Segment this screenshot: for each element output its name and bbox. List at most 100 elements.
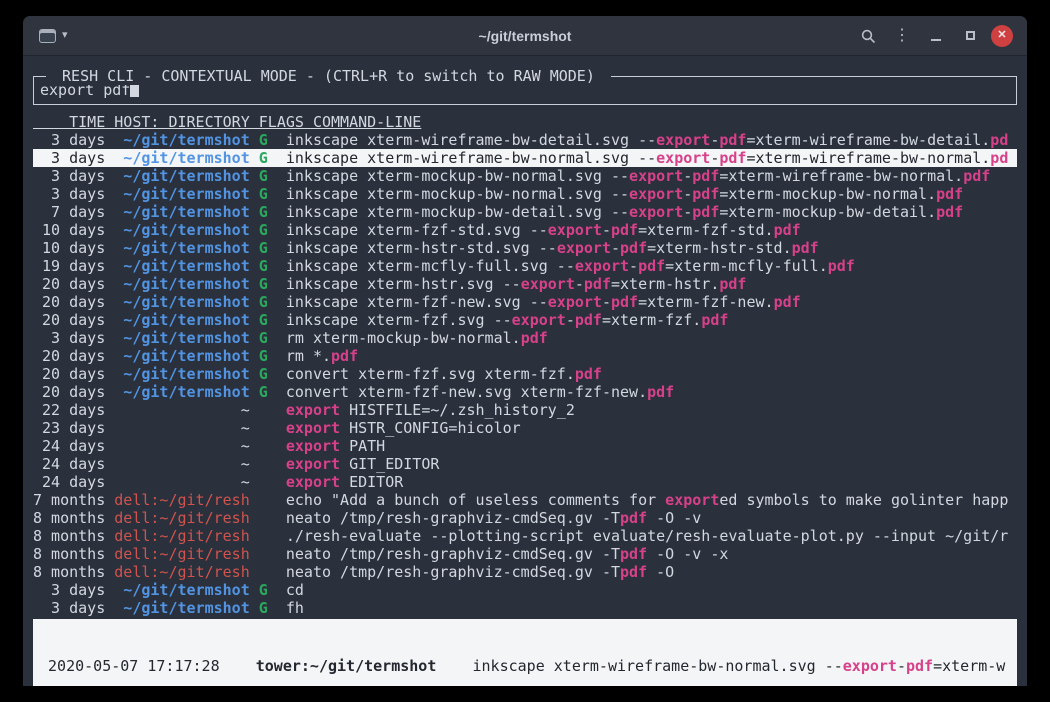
terminal-body: RESH CLI - CONTEXTUAL MODE - (CTRL+R to … <box>23 56 1027 686</box>
row-host: ~/git/termshot <box>114 257 249 275</box>
history-row[interactable]: 19 days ~/git/termshot G inkscape xterm-… <box>33 257 1017 275</box>
command-text: - <box>566 311 575 329</box>
command-text: =xterm-fzf-std. <box>638 221 773 239</box>
command-text: - <box>602 293 611 311</box>
row-time: 3 days <box>33 131 105 149</box>
match-highlight: pdf <box>575 311 602 329</box>
match-highlight: pdf <box>936 203 963 221</box>
detail-command: inkscape xterm-wireframe-bw-normal.svg -… <box>473 657 1006 675</box>
row-host: ~/git/termshot <box>114 599 249 617</box>
row-command: echo "Add a bunch of useless comments fo… <box>286 491 1008 509</box>
row-command: fh <box>286 599 304 617</box>
match-highlight: export <box>629 185 683 203</box>
search-button[interactable] <box>855 23 881 49</box>
history-row[interactable]: 20 days ~/git/termshot G inkscape xterm-… <box>33 311 1017 329</box>
match-highlight: pdf <box>774 293 801 311</box>
history-row[interactable]: 24 days ~ export EDITOR <box>33 473 1017 491</box>
match-highlight: pdf <box>828 257 855 275</box>
match-highlight: export <box>656 149 710 167</box>
history-row[interactable]: 3 days ~/git/termshot G inkscape xterm-w… <box>33 149 1017 167</box>
match-highlight: pdf <box>774 221 801 239</box>
command-text: inkscape xterm-hstr-std.svg -- <box>286 239 557 257</box>
command-text: =xterm-wireframe-bw-normal. <box>719 167 963 185</box>
row-host: dell:~/git/resh <box>114 527 249 545</box>
history-row[interactable]: 3 days ~/git/termshot G rm xterm-mockup-… <box>33 329 1017 347</box>
command-text: =xterm-hstr-std. <box>647 239 792 257</box>
history-row[interactable]: 3 days ~/git/termshot G inkscape xterm-m… <box>33 185 1017 203</box>
row-time: 7 months <box>33 491 105 509</box>
row-time: 3 days <box>33 329 105 347</box>
history-row[interactable]: 20 days ~/git/termshot G convert xterm-f… <box>33 383 1017 401</box>
close-button[interactable]: ✕ <box>991 25 1013 47</box>
row-flag: G <box>259 275 268 293</box>
row-command: inkscape xterm-fzf.svg --export-pdf=xter… <box>286 311 729 329</box>
match-highlight: export <box>656 131 710 149</box>
row-host: ~/git/termshot <box>114 131 249 149</box>
menu-button[interactable]: ⋮ <box>889 23 915 49</box>
history-row[interactable]: 8 months dell:~/git/resh neato /tmp/resh… <box>33 563 1017 581</box>
history-row[interactable]: 10 days ~/git/termshot G inkscape xterm-… <box>33 221 1017 239</box>
history-row[interactable]: 22 days ~ export HISTFILE=~/.zsh_history… <box>33 401 1017 419</box>
row-host: ~ <box>114 419 249 437</box>
row-command: neato /tmp/resh-graphviz-cmdSeq.gv -Tpdf… <box>286 509 701 527</box>
row-host: ~/git/termshot <box>114 221 249 239</box>
search-box[interactable]: RESH CLI - CONTEXTUAL MODE - (CTRL+R to … <box>33 76 1017 105</box>
command-text: inkscape xterm-hstr.svg -- <box>286 275 521 293</box>
match-highlight: pdf <box>521 329 548 347</box>
restore-button[interactable] <box>957 23 983 49</box>
history-row[interactable]: 3 days ~/git/termshot G inkscape xterm-m… <box>33 167 1017 185</box>
history-row[interactable]: 7 months dell:~/git/resh echo "Add a bun… <box>33 491 1017 509</box>
match-highlight: pdf <box>331 347 358 365</box>
command-text: =xterm-wireframe-bw-detail. <box>746 131 990 149</box>
history-row[interactable]: 8 months dell:~/git/resh ./resh-evaluate… <box>33 527 1017 545</box>
match-highlight: export <box>286 437 340 455</box>
row-flag <box>259 437 268 455</box>
row-flag: G <box>259 239 268 257</box>
row-time: 8 months <box>33 527 105 545</box>
row-time: 8 months <box>33 563 105 581</box>
row-command: inkscape xterm-mockup-bw-normal.svg --ex… <box>286 185 963 203</box>
command-text: PATH <box>340 437 385 455</box>
command-text: HISTFILE=~/.zsh_history_2 <box>340 401 575 419</box>
history-row[interactable]: 24 days ~ export PATH <box>33 437 1017 455</box>
command-text: inkscape xterm-fzf-new.svg -- <box>286 293 548 311</box>
match-highlight: export <box>843 657 897 675</box>
history-row[interactable]: 8 months dell:~/git/resh neato /tmp/resh… <box>33 545 1017 563</box>
command-text: inkscape xterm-wireframe-bw-detail.svg -… <box>286 131 656 149</box>
command-text: =xterm-fzf. <box>602 311 701 329</box>
row-command: inkscape xterm-fzf-new.svg --export-pdf=… <box>286 293 801 311</box>
match-highlight: export <box>521 275 575 293</box>
match-highlight: pdf <box>611 221 638 239</box>
history-row[interactable]: 23 days ~ export HSTR_CONFIG=hicolor <box>33 419 1017 437</box>
history-row[interactable]: 10 days ~/git/termshot G inkscape xterm-… <box>33 239 1017 257</box>
minimize-button[interactable] <box>923 23 949 49</box>
row-host: ~/git/termshot <box>114 365 249 383</box>
row-flag: G <box>259 293 268 311</box>
match-highlight: pdf <box>620 239 647 257</box>
command-text: rm xterm-mockup-bw-normal. <box>286 329 521 347</box>
row-time: 20 days <box>33 365 105 383</box>
history-row[interactable]: 3 days ~/git/termshot G cd <box>33 581 1017 599</box>
history-row[interactable]: 20 days ~/git/termshot G inkscape xterm-… <box>33 275 1017 293</box>
titlebar[interactable]: ▾ ~/git/termshot ⋮ ✕ <box>23 16 1027 56</box>
history-row[interactable]: 20 days ~/git/termshot G inkscape xterm-… <box>33 293 1017 311</box>
row-flag: G <box>259 347 268 365</box>
history-row[interactable]: 20 days ~/git/termshot G rm *.pdf <box>33 347 1017 365</box>
command-text: EDITOR <box>340 473 403 491</box>
history-row[interactable]: 3 days ~/git/termshot G inkscape xterm-w… <box>33 131 1017 149</box>
command-text: -O <box>647 563 674 581</box>
command-text: echo "Add a bunch of useless comments fo… <box>286 491 665 509</box>
row-host: ~/git/termshot <box>114 581 249 599</box>
history-row[interactable]: 7 days ~/git/termshot G inkscape xterm-m… <box>33 203 1017 221</box>
row-host: ~/git/termshot <box>114 383 249 401</box>
history-row[interactable]: 24 days ~ export GIT_EDITOR <box>33 455 1017 473</box>
row-time: 10 days <box>33 221 105 239</box>
row-time: 3 days <box>33 599 105 617</box>
match-highlight: export <box>665 491 719 509</box>
history-row[interactable]: 3 days ~/git/termshot G fh <box>33 599 1017 617</box>
history-row[interactable]: 8 months dell:~/git/resh neato /tmp/resh… <box>33 509 1017 527</box>
row-host: ~/git/termshot <box>114 149 249 167</box>
match-highlight: export <box>548 221 602 239</box>
history-row[interactable]: 20 days ~/git/termshot G convert xterm-f… <box>33 365 1017 383</box>
new-tab-button[interactable]: ▾ <box>39 29 68 43</box>
